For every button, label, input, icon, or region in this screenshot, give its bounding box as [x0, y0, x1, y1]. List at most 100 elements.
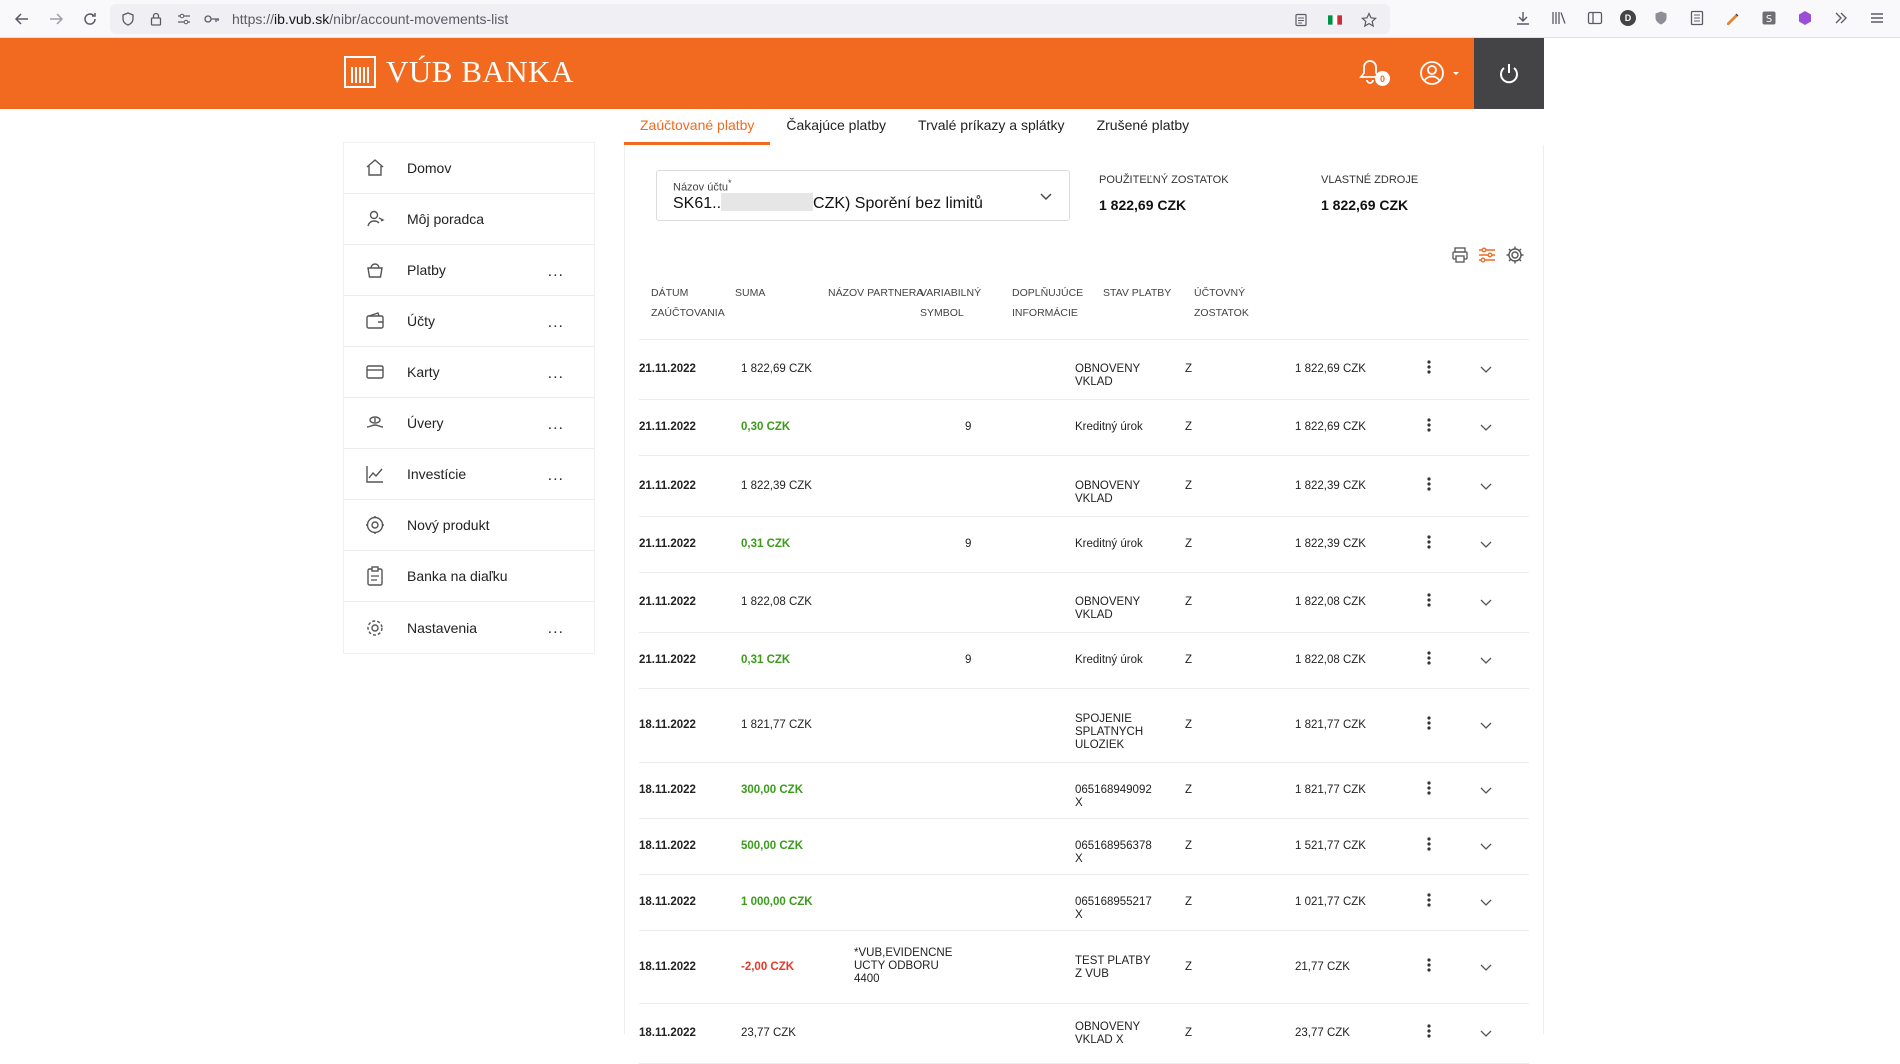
column-header-status[interactable]: STAV PLATBY [1103, 283, 1171, 303]
sidebar-item-karty[interactable]: Karty... [344, 347, 594, 398]
overflow-chevron-icon[interactable] [1830, 7, 1852, 29]
pen-extension-icon[interactable] [1722, 7, 1744, 29]
sidebar-item-moj-poradca[interactable]: Môj poradca [344, 194, 594, 245]
library-icon[interactable] [1548, 7, 1570, 29]
download-icon[interactable] [1512, 7, 1534, 29]
caret-down-icon [1453, 72, 1459, 75]
row-menu-kebab-icon[interactable] [1419, 360, 1439, 375]
table-row[interactable]: 21.11.2022 0,31 CZK 9 Kreditný úrok Z 1 822,3… [639, 517, 1529, 573]
table-row[interactable]: 18.11.2022 500,00 CZK 065168956378 X Z 1 521… [639, 819, 1529, 875]
account-select-value: SK61.. CZK) Sporění bez limitů [673, 193, 983, 213]
reader-view-icon[interactable] [1290, 9, 1312, 31]
sidebar-item-banka-na-dialku[interactable]: Banka na diaľku [344, 551, 594, 602]
sidebar-more-button[interactable]: ... [548, 365, 564, 383]
column-header-partner[interactable]: NÁZOV PARTNERA [828, 283, 923, 303]
lock-icon[interactable] [146, 9, 166, 29]
table-row[interactable]: 21.11.2022 0,30 CZK 9 Kreditný úrok Z 1 822,6… [639, 400, 1529, 456]
expand-chevron-icon[interactable] [1479, 960, 1493, 978]
tab-3[interactable]: Trvalé príkazy a splátky [902, 109, 1081, 145]
table-row[interactable]: 18.11.2022 1 821,77 CZK SPOJENIE SPLATNYCH… [639, 689, 1529, 763]
table-row[interactable]: 18.11.2022 300,00 CZK 065168949092 X Z 1 821… [639, 763, 1529, 819]
tab-4[interactable]: Zrušené platby [1081, 109, 1206, 145]
expand-chevron-icon[interactable] [1479, 362, 1493, 380]
user-icon [1420, 61, 1444, 85]
table-row[interactable]: 18.11.2022 23,77 CZK OBNOVENY VKLAD X Z 23,7… [639, 1004, 1529, 1064]
hexagon-extension-icon[interactable] [1794, 7, 1816, 29]
row-menu-kebab-icon[interactable] [1419, 837, 1439, 852]
expand-chevron-icon[interactable] [1479, 537, 1493, 555]
logout-button[interactable] [1474, 38, 1544, 109]
expand-chevron-icon[interactable] [1479, 653, 1493, 671]
shield-icon[interactable] [118, 9, 138, 29]
row-menu-kebab-icon[interactable] [1419, 716, 1439, 731]
row-menu-kebab-icon[interactable] [1419, 958, 1439, 973]
settings-gear-icon[interactable] [1505, 245, 1525, 270]
sidebar-toggle-icon[interactable] [1584, 7, 1606, 29]
expand-chevron-icon[interactable] [1479, 839, 1493, 857]
sidebar-item-ucty[interactable]: Účty... [344, 296, 594, 347]
table-row[interactable]: 21.11.2022 1 822,39 CZK OBNOVENY VKLAD Z 1 8… [639, 456, 1529, 517]
table-row[interactable]: 21.11.2022 0,31 CZK 9 Kreditný úrok Z 1 822,0… [639, 633, 1529, 689]
sidebar-item-nastavenia[interactable]: Nastavenia... [344, 602, 594, 653]
row-menu-kebab-icon[interactable] [1419, 893, 1439, 908]
reload-icon[interactable] [78, 7, 102, 31]
s-extension-icon[interactable]: S [1758, 7, 1780, 29]
vub-logo[interactable]: VÚB BANKA [344, 54, 574, 90]
expand-chevron-icon[interactable] [1479, 595, 1493, 613]
sidebar-item-novy-produkt[interactable]: Nový produkt [344, 500, 594, 551]
sidebar-item-investicie[interactable]: Investície... [344, 449, 594, 500]
row-menu-kebab-icon[interactable] [1419, 535, 1439, 550]
column-header-vs[interactable]: VARIABILNÝ SYMBOL [920, 283, 981, 323]
row-menu-kebab-icon[interactable] [1419, 651, 1439, 666]
row-menu-kebab-icon[interactable] [1419, 1024, 1439, 1039]
tab-1[interactable]: Zaúčtované platby [624, 109, 771, 145]
table-row[interactable]: 18.11.2022 1 000,00 CZK 065168955217 X Z 1 0… [639, 875, 1529, 931]
sidebar-item-domov[interactable]: Domov [344, 143, 594, 194]
table-row[interactable]: 18.11.2022 -2,00 CZK *VUB,EVIDENCNE UCTY O… [639, 931, 1529, 1004]
sidebar-item-platby[interactable]: Platby... [344, 245, 594, 296]
sidebar-more-button[interactable]: ... [548, 314, 564, 332]
expand-chevron-icon[interactable] [1479, 420, 1493, 438]
table-row[interactable]: 21.11.2022 1 822,08 CZK OBNOVENY VKLAD Z 1 8… [639, 573, 1529, 633]
row-menu-kebab-icon[interactable] [1419, 781, 1439, 796]
key-icon[interactable] [202, 9, 222, 29]
notifications-button[interactable]: 0 [1355, 57, 1390, 91]
sidebar-more-button[interactable]: ... [548, 263, 564, 281]
italian-flag-icon[interactable] [1324, 9, 1346, 31]
table-row[interactable]: 21.11.2022 1 822,69 CZK OBNOVENY VKLAD Z 1 8… [639, 340, 1529, 400]
column-header-line: STAV PLATBY [1103, 287, 1172, 299]
extension-d-icon[interactable]: D [1620, 10, 1636, 26]
column-header-date[interactable]: DÁTUM ZAÚČTOVANIA [651, 283, 725, 323]
account-select[interactable]: Názov účtu* SK61.. CZK) Sporění bez limit… [656, 170, 1070, 221]
notes-extension-icon[interactable] [1686, 7, 1708, 29]
row-menu-kebab-icon[interactable] [1419, 418, 1439, 433]
row-menu-kebab-icon[interactable] [1419, 477, 1439, 492]
url-text[interactable]: https://ib.vub.sk/nibr/account-movements… [232, 11, 508, 27]
sidebar-more-button[interactable]: ... [548, 467, 564, 485]
filter-sliders-icon[interactable] [1477, 246, 1497, 269]
print-icon[interactable] [1451, 246, 1469, 269]
sidebar-more-button[interactable]: ... [548, 416, 564, 434]
back-arrow-icon[interactable] [10, 7, 34, 31]
info-cell: OBNOVENY VKLAD [1075, 363, 1140, 388]
column-header-amount[interactable]: SUMA [735, 283, 765, 303]
user-menu-button[interactable] [1418, 58, 1464, 88]
status-cell: Z [1185, 363, 1193, 375]
permissions-icon[interactable] [174, 9, 194, 29]
expand-chevron-icon[interactable] [1479, 783, 1493, 801]
expand-chevron-icon[interactable] [1479, 718, 1493, 736]
address-bar[interactable]: https://ib.vub.sk/nibr/account-movements… [110, 4, 1390, 34]
forward-arrow-icon[interactable] [44, 7, 68, 31]
sidebar-more-button[interactable]: ... [548, 620, 564, 638]
hamburger-menu-icon[interactable] [1866, 7, 1888, 29]
expand-chevron-icon[interactable] [1479, 479, 1493, 497]
expand-chevron-icon[interactable] [1479, 1026, 1493, 1044]
column-header-info[interactable]: DOPLŇUJÚCE INFORMÁCIE [1012, 283, 1083, 323]
bookmark-star-icon[interactable] [1358, 9, 1380, 31]
tab-2[interactable]: Čakajúce platby [770, 109, 902, 145]
sidebar-item-uvery[interactable]: Úvery... [344, 398, 594, 449]
expand-chevron-icon[interactable] [1479, 895, 1493, 913]
shield-extension-icon[interactable] [1650, 7, 1672, 29]
row-menu-kebab-icon[interactable] [1419, 593, 1439, 608]
column-header-balance[interactable]: ÚČTOVNÝ ZOSTATOK [1194, 283, 1249, 323]
